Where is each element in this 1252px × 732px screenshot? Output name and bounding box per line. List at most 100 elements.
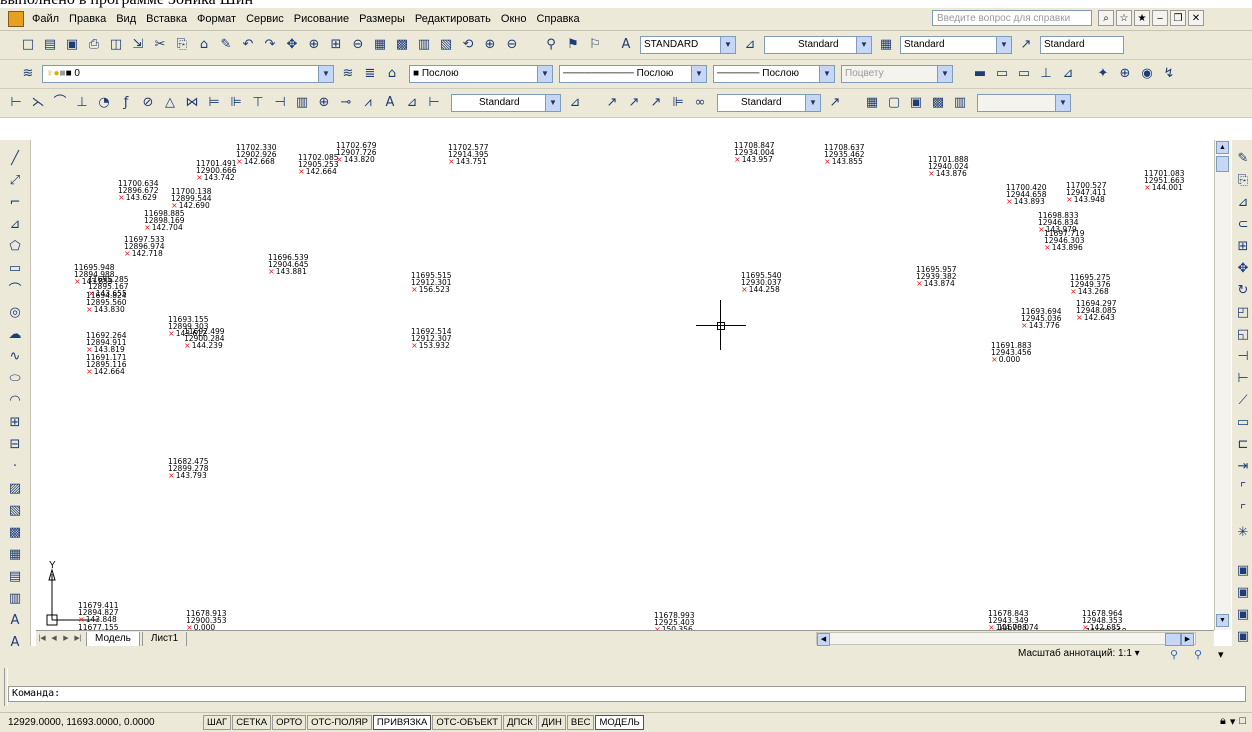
menu-dimension[interactable]: Размеры — [354, 13, 410, 25]
survey-point-label[interactable]: 11700.420 12944.658 ×143.893 — [1006, 184, 1047, 206]
survey-point-label[interactable]: 11678.913 12900.353 ×0.000 — [186, 610, 227, 630]
horizontal-scrollbar[interactable]: ◀ ▶ — [816, 632, 1196, 646]
status-snap[interactable]: ШАГ — [203, 715, 232, 730]
inspect-icon[interactable]: ⊸ — [336, 93, 356, 113]
match-prop-icon[interactable]: ✎ — [216, 35, 236, 55]
mleader-style-select[interactable]: Standard — [1040, 36, 1124, 54]
favorites-icon[interactable]: ★ — [1134, 10, 1150, 26]
chevron-down-icon[interactable]: ▾ — [1218, 648, 1224, 661]
annotation-autoscale-icon[interactable]: ⚲ — [1194, 648, 1202, 661]
survey-point-label[interactable]: 11708.637 12935.462 ×143.855 — [824, 144, 865, 166]
grid-icon[interactable]: ▥ — [4, 588, 26, 610]
blend-icon[interactable]: ⌜ — [1232, 500, 1252, 522]
array-icon[interactable]: ⊞ — [1232, 236, 1252, 258]
survey-point-label[interactable]: 11695.957 12939.382 ×143.874 — [916, 266, 957, 288]
linear-dim-icon[interactable]: ⊢ — [6, 93, 26, 113]
survey-point-label[interactable]: 11701.888 12940.024 ×143.876 — [928, 156, 969, 178]
menu-edit[interactable]: Правка — [64, 13, 111, 25]
mleader-align-icon[interactable]: ⊫ — [668, 93, 688, 113]
layer-select[interactable]: ♀●■■ 0 ▼ — [42, 65, 334, 83]
menu-insert[interactable]: Вставка — [141, 13, 192, 25]
tool-palettes-icon[interactable]: ▥ — [414, 35, 434, 55]
survey-point-label[interactable]: 11700.634 12896.672 ×143.629 — [118, 180, 159, 202]
orbit-icon[interactable]: ⟲ — [458, 35, 478, 55]
center-mark-icon[interactable]: ⊕ — [314, 93, 334, 113]
menu-help[interactable]: Справка — [531, 13, 584, 25]
menu-tools[interactable]: Сервис — [241, 13, 289, 25]
survey-point-label[interactable]: 11691.883 12943.456 ×0.000 — [991, 342, 1032, 364]
mleader-collect-icon[interactable]: ∞ — [690, 93, 710, 113]
status-ortho[interactable]: ОРТО — [272, 715, 307, 730]
search-icon[interactable]: ⌕ — [1098, 10, 1114, 26]
survey-point-label[interactable]: 11692.264 12894.911 ×143.819 — [86, 332, 127, 354]
arc-icon[interactable]: ⌒ — [4, 280, 26, 302]
lock-icon[interactable]: 🔒︎ — [1220, 715, 1226, 728]
hatch-icon[interactable]: ▨ — [4, 478, 26, 500]
mleader-style-icon[interactable]: ↗ — [1016, 35, 1036, 55]
tab-first-icon[interactable]: |◀ — [36, 633, 48, 645]
survey-point-label[interactable]: 11695.515 12912.301 ×156.523 — [411, 272, 452, 294]
tab-model[interactable]: Модель — [86, 631, 140, 647]
table-icon[interactable]: ▦ — [4, 544, 26, 566]
survey-point-label[interactable]: 11702.085 12905.253 ×142.664 — [298, 154, 339, 176]
stretch-icon[interactable]: ◱ — [1232, 324, 1252, 346]
make-block-icon[interactable]: ⊟ — [4, 434, 26, 456]
dim-break-icon[interactable]: ⊣ — [270, 93, 290, 113]
markup-icon[interactable]: ⚑ — [563, 35, 583, 55]
survey-point-label[interactable]: 11702.679 12907.726 ×143.820 — [336, 142, 377, 164]
block-icon[interactable]: ▢ — [884, 93, 904, 113]
remove-leader-icon[interactable]: ↗ — [624, 93, 644, 113]
survey-point-label[interactable]: 11698.885 12898.169 ×142.704 — [144, 210, 185, 232]
layer-states-icon[interactable]: ⌂ — [382, 64, 402, 84]
dim-space-icon[interactable]: ⊤ — [248, 93, 268, 113]
radius-icon[interactable]: ◔ — [94, 93, 114, 113]
communication-center-icon[interactable]: ☆ — [1116, 10, 1132, 26]
close-icon[interactable]: ✕ — [1188, 10, 1204, 26]
menu-window[interactable]: Окно — [496, 13, 532, 25]
status-grid[interactable]: СЕТКА — [232, 715, 272, 730]
dim-text-edit-icon[interactable]: ⊿ — [402, 93, 422, 113]
copy-icon[interactable]: ⎘ — [1232, 170, 1252, 192]
jogged-linear-icon[interactable]: ⩘ — [358, 93, 378, 113]
mleader-style-select-2[interactable]: Standard ▼ — [717, 94, 821, 112]
survey-point-label[interactable]: 11702.330 12902.926 ×142.668 — [236, 144, 277, 166]
tab-sheet1[interactable]: Лист1 — [141, 631, 188, 647]
offset-icon[interactable]: ⊂ — [1232, 214, 1252, 236]
table2-icon[interactable]: ▤ — [4, 566, 26, 588]
quick-dim-icon[interactable]: ⋈ — [182, 93, 202, 113]
chevron-down-icon[interactable]: ▼ — [996, 37, 1011, 53]
gradient-icon[interactable]: ▧ — [4, 500, 26, 522]
tab-prev-icon[interactable]: ◀ — [48, 633, 60, 645]
survey-point-label[interactable]: 11702.577 12914.395 ×143.751 — [448, 144, 489, 166]
rotate-icon[interactable]: ↻ — [1232, 280, 1252, 302]
angular-icon[interactable]: △ — [160, 93, 180, 113]
dim-style-select[interactable]: Standard ▼ — [764, 36, 872, 54]
coordinates-readout[interactable]: 12929.0000, 11693.0000, 0.0000 — [0, 717, 203, 728]
menu-format[interactable]: Формат — [192, 13, 241, 25]
survey-point-label[interactable]: 11695.275 12949.376 ×143.268 — [1070, 274, 1111, 296]
add-leader-icon[interactable]: ↗ — [646, 93, 666, 113]
aligned-dim-icon[interactable]: ⋋ — [28, 93, 48, 113]
new-icon[interactable]: □ — [18, 35, 38, 55]
gradient-icon[interactable]: ▥ — [950, 93, 970, 113]
dim-style-manager-icon[interactable]: ⊿ — [565, 93, 585, 113]
construction-line-icon[interactable]: ⤢ — [4, 170, 26, 192]
plot-icon[interactable]: ⎙ — [84, 35, 104, 55]
scroll-down-icon[interactable]: ▼ — [1216, 614, 1229, 627]
circle-icon[interactable]: ◎ — [4, 302, 26, 324]
annotation-visibility-icon[interactable]: ⚲ — [1170, 648, 1178, 661]
continue-icon[interactable]: ⊫ — [226, 93, 246, 113]
survey-point-label[interactable]: 11679.411 12894.827 ×143.848 — [78, 602, 119, 624]
draw-order-back-icon[interactable]: ▣ — [1232, 582, 1252, 604]
polygon-icon[interactable]: ⬠ — [4, 236, 26, 258]
arc-length-icon[interactable]: ⌒ — [50, 93, 70, 113]
ordinate-icon[interactable]: ⊥ — [72, 93, 92, 113]
table-icon[interactable]: ▦ — [862, 93, 882, 113]
preview-icon[interactable]: ◫ — [106, 35, 126, 55]
open-icon[interactable]: ▤ — [40, 35, 60, 55]
tolerance-icon[interactable]: ▥ — [292, 93, 312, 113]
chevron-down-icon[interactable]: ▼ — [856, 37, 871, 53]
extend-icon[interactable]: ⊢ — [1232, 368, 1252, 390]
chevron-down-icon[interactable]: ▼ — [805, 95, 820, 111]
jogged-icon[interactable]: ƒ — [116, 93, 136, 113]
